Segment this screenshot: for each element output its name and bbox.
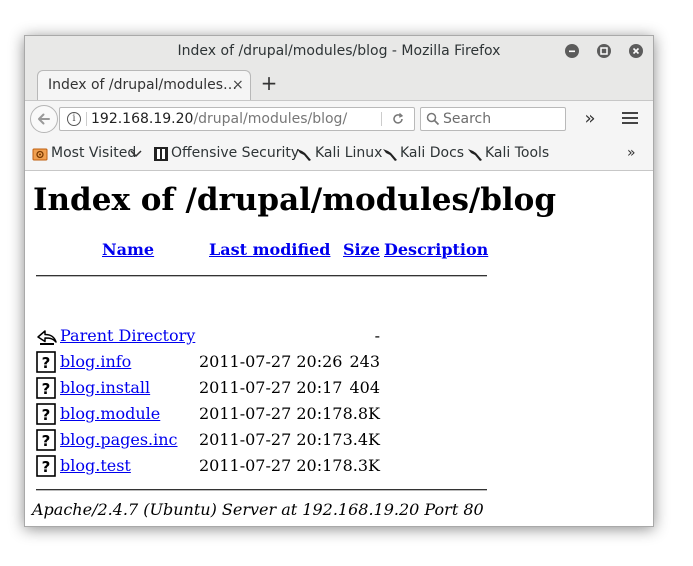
page-title: Index of /drupal/modules/blog [33, 182, 557, 218]
tab-label: Index of /drupal/modules… [48, 77, 237, 93]
file-size: 3.4K [342, 430, 380, 449]
svg-text:?: ? [42, 406, 51, 424]
toolbar-overflow-button[interactable]: » [580, 105, 600, 133]
kali-dragon-icon [468, 149, 482, 161]
hamburger-menu-icon[interactable] [622, 112, 638, 126]
unknown-file-icon: ? [36, 377, 56, 399]
page-content: Index of /drupal/modules/blog Name Last … [25, 171, 653, 526]
offsec-icon [154, 147, 168, 161]
chevron-down-icon [130, 150, 142, 158]
bookmark-kali-tools[interactable]: Kali Tools [467, 136, 557, 170]
file-link[interactable]: Parent Directory [60, 323, 195, 349]
column-header-size[interactable]: Size [343, 239, 380, 261]
file-size: 8.3K [342, 456, 380, 475]
url-host: 192.168.19.20 [91, 111, 194, 127]
bookmarks-bar: Most Visited Offensive Security Kali Lin… [25, 136, 653, 171]
url-bar[interactable]: i 192.168.19.20/drupal/modules/blog/ [59, 107, 415, 131]
info-icon[interactable]: i [67, 112, 81, 126]
window-title: Index of /drupal/modules/blog - Mozilla … [177, 43, 501, 59]
svg-text:?: ? [42, 354, 51, 372]
bookmark-label: Most Visited [51, 145, 137, 161]
close-icon [632, 47, 640, 55]
bookmarks-overflow-button[interactable]: » [627, 136, 636, 170]
svg-text:?: ? [42, 458, 51, 476]
table-row: ? blog.test 2011-07-27 20:17 8.3K [25, 453, 525, 479]
divider [36, 489, 487, 491]
file-size: 404 [349, 378, 380, 397]
url-divider-2 [381, 112, 382, 126]
file-date: 2011-07-27 20:17 [199, 430, 343, 449]
kali-dragon-icon [383, 149, 397, 161]
back-arrow-icon [38, 113, 50, 125]
file-link[interactable]: blog.pages.inc [60, 427, 178, 453]
close-window-button[interactable] [629, 44, 643, 58]
tab-active[interactable]: Index of /drupal/modules… × [37, 70, 251, 100]
table-row: Parent Directory - [25, 323, 525, 349]
gear-folder-icon [32, 148, 48, 161]
maximize-icon [600, 47, 608, 55]
server-signature: Apache/2.4.7 (Ubuntu) Server at 192.168.… [32, 500, 484, 519]
bookmark-label: Kali Tools [485, 145, 550, 161]
unknown-file-icon: ? [36, 351, 56, 373]
file-link[interactable]: blog.info [60, 349, 131, 375]
column-header-description[interactable]: Description [384, 239, 488, 261]
file-date: 2011-07-27 20:26 [199, 352, 343, 371]
minimize-button[interactable] [565, 44, 579, 58]
unknown-file-icon: ? [36, 403, 56, 425]
tab-close-button[interactable]: × [232, 71, 244, 99]
bookmark-label: Kali Linux [315, 145, 383, 161]
maximize-button[interactable] [597, 44, 611, 58]
bookmark-label: Kali Docs [400, 145, 465, 161]
unknown-file-icon: ? [36, 455, 56, 477]
file-link[interactable]: blog.test [60, 453, 131, 479]
bookmark-label: Offensive Security [171, 145, 300, 161]
svg-text:?: ? [42, 432, 51, 450]
url-path: /drupal/modules/blog/ [193, 111, 348, 127]
url-text[interactable]: 192.168.19.20/drupal/modules/blog/ [91, 108, 347, 130]
search-icon [426, 112, 440, 126]
back-arrow-icon [37, 330, 57, 345]
navigation-bar: i 192.168.19.20/drupal/modules/blog/ » [25, 100, 653, 137]
file-size: 8.8K [342, 404, 380, 423]
new-tab-button[interactable]: + [258, 66, 280, 100]
url-divider [86, 112, 87, 126]
table-row: ? blog.module 2011-07-27 20:17 8.8K [25, 401, 525, 427]
tab-strip: Index of /drupal/modules… × + [25, 66, 653, 100]
table-row: ? blog.pages.inc 2011-07-27 20:17 3.4K [25, 427, 525, 453]
file-link[interactable]: blog.module [60, 401, 160, 427]
title-bar: Index of /drupal/modules/blog - Mozilla … [25, 36, 653, 66]
file-date: 2011-07-27 20:17 [199, 378, 343, 397]
reload-icon[interactable] [391, 112, 405, 126]
bookmark-kali-linux[interactable]: Kali Linux [296, 136, 382, 170]
back-button[interactable] [30, 105, 58, 133]
svg-text:?: ? [42, 380, 51, 398]
file-date: 2011-07-27 20:17 [199, 456, 343, 475]
browser-window: Index of /drupal/modules/blog - Mozilla … [24, 35, 654, 527]
bookmark-offensive-security[interactable]: Offensive Security [153, 136, 299, 170]
table-row: ? blog.info 2011-07-27 20:26 243 [25, 349, 525, 375]
table-row: ? blog.install 2011-07-27 20:17 404 [25, 375, 525, 401]
column-header-last-modified[interactable]: Last modified [209, 239, 330, 261]
file-size: 243 [349, 352, 380, 371]
search-input[interactable] [443, 108, 561, 130]
search-bar[interactable] [420, 107, 566, 131]
bookmark-most-visited[interactable]: Most Visited [32, 136, 152, 170]
file-link[interactable]: blog.install [60, 375, 150, 401]
unknown-file-icon: ? [36, 429, 56, 451]
file-size: - [374, 326, 380, 345]
file-date: 2011-07-27 20:17 [199, 404, 343, 423]
minimize-icon [569, 50, 575, 53]
kali-dragon-icon [297, 149, 311, 161]
column-header-name[interactable]: Name [102, 239, 154, 261]
bookmark-kali-docs[interactable]: Kali Docs [382, 136, 465, 170]
divider [36, 275, 487, 277]
